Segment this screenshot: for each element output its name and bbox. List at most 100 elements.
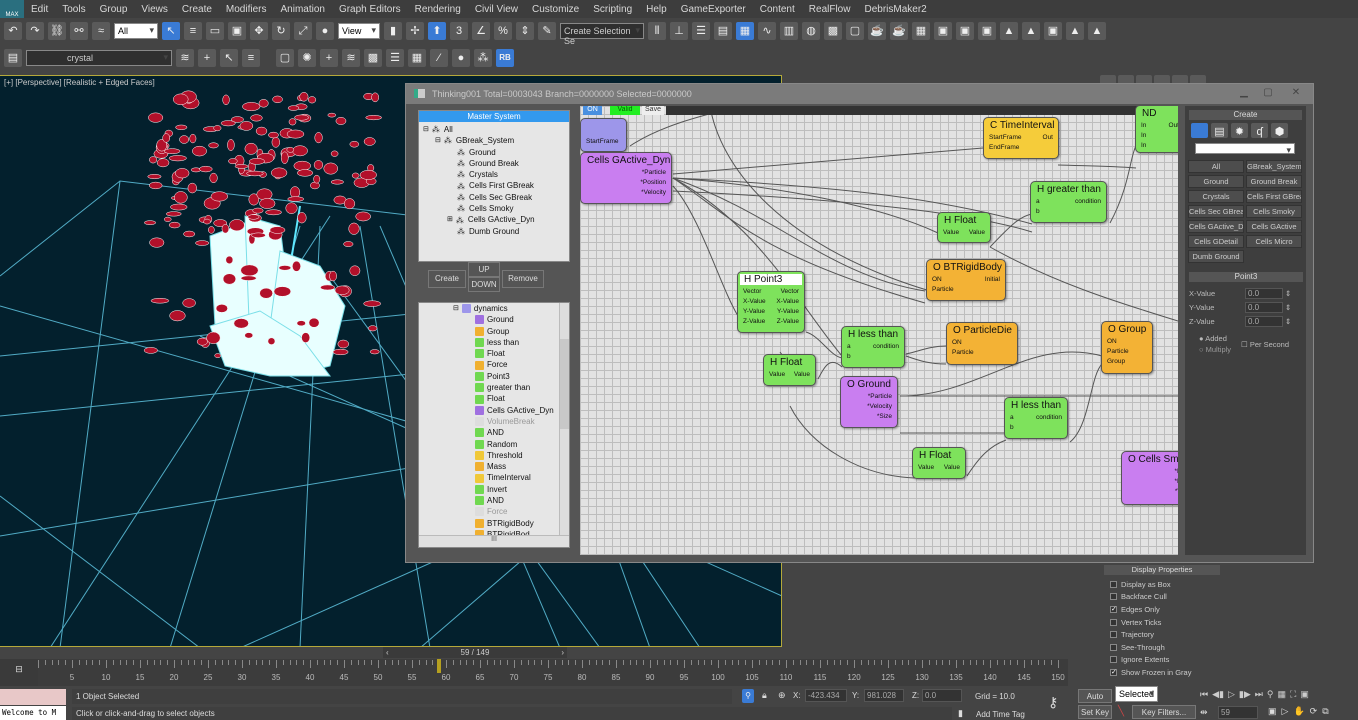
node-input-port[interactable]: b <box>847 352 851 362</box>
go-to-start-icon[interactable]: ⏮ <box>1200 689 1208 700</box>
group-button[interactable]: Dumb Ground <box>1188 250 1244 263</box>
display-property-checkbox[interactable]: Display as Box <box>1110 578 1214 591</box>
spinner-icon[interactable]: ⇕ <box>1285 303 1291 312</box>
dynamic-set-icon[interactable]: ▤ <box>1211 123 1228 138</box>
viewport-label[interactable]: [+] [Perspective] [Realistic + Edged Fac… <box>4 78 155 87</box>
node-input-port[interactable]: StartFrame <box>586 137 619 147</box>
checkbox-box[interactable] <box>1110 580 1117 588</box>
x-coordinate-field[interactable]: -423.434 <box>805 689 847 702</box>
y-coordinate-field[interactable]: 981.028 <box>864 689 904 702</box>
menu-views[interactable]: Views <box>134 4 175 15</box>
expand-toggle-icon[interactable]: ⊞ <box>447 214 453 225</box>
tree-item[interactable]: ⁂ Ground Break <box>423 158 565 169</box>
link-icon[interactable]: ⛓ <box>48 22 66 40</box>
undo-icon[interactable]: ↶ <box>4 22 22 40</box>
node-output-port[interactable]: Y-Value <box>777 307 799 317</box>
dynamics-item[interactable]: TimeInterval <box>419 472 569 483</box>
mirror-icon[interactable]: ⫴ <box>648 22 666 40</box>
current-frame-marker[interactable] <box>437 659 442 673</box>
down-button[interactable]: DOWN <box>468 277 500 292</box>
node-output-port[interactable]: X-Value <box>776 297 799 307</box>
node-input-port[interactable]: Vector <box>743 287 761 297</box>
fracture-icon[interactable]: ▢ <box>276 49 294 67</box>
molecule-icon[interactable]: ⁂ <box>474 49 492 67</box>
rotate-icon[interactable]: ↻ <box>272 22 290 40</box>
node-input-port[interactable]: In <box>1141 121 1146 131</box>
node-startframe[interactable]: StartFrame <box>580 118 627 152</box>
timeline-ruler[interactable]: 5 10 15 20 25 30 35 40 45 50 55 60 65 70 75 80 85 90 95 100… <box>38 659 1068 686</box>
dynamics-item[interactable]: less than <box>419 337 569 348</box>
horizontal-scrollbar[interactable]: III <box>419 535 569 547</box>
dynamics-item[interactable]: BTRigidBody <box>419 518 569 529</box>
display-property-checkbox[interactable]: See-Through <box>1110 641 1214 654</box>
app-logo[interactable]: MAX <box>0 0 24 18</box>
minimize-button[interactable]: ▁ <box>1234 87 1254 101</box>
dynamics-item[interactable]: AND <box>419 495 569 506</box>
node-output-port[interactable]: condition <box>873 342 899 352</box>
dynamics-item[interactable]: Force <box>419 359 569 370</box>
pin-icon[interactable]: ⁄ <box>430 49 448 67</box>
maxscript-mini-listener[interactable]: Welcome to M <box>0 706 66 720</box>
master-system-header[interactable]: Master System <box>419 111 569 122</box>
node-output-port[interactable]: *Particle <box>642 168 666 178</box>
menu-graph-editors[interactable]: Graph Editors <box>332 4 408 15</box>
node-greater[interactable]: H greater than a condition b <box>1030 181 1107 223</box>
dynamics-item[interactable]: VolumeBreak <box>419 416 569 427</box>
node-output-port[interactable]: *Po <box>1175 477 1178 487</box>
node-input-port[interactable]: b <box>1036 207 1040 217</box>
node-input-port[interactable]: In <box>1141 131 1146 141</box>
key-mode-dropdown[interactable]: Selected <box>1115 686 1159 702</box>
dynamics-item[interactable]: Group <box>419 326 569 337</box>
node-input-port[interactable]: Y-Value <box>743 307 765 317</box>
node-input-port[interactable]: ON <box>1107 337 1117 347</box>
scene-explorer-icon[interactable]: ▤ <box>714 22 732 40</box>
tree-item[interactable]: ⁂ Cells First GBreak <box>423 180 565 191</box>
time-tag-icon[interactable]: ▮ <box>958 708 963 719</box>
layer-manager-icon[interactable]: ☰ <box>692 22 710 40</box>
dynamics-item[interactable]: greater than <box>419 382 569 393</box>
create-layer-icon[interactable]: ≋ <box>176 49 194 67</box>
create-header[interactable]: Create <box>1189 110 1302 120</box>
curve-editor-icon[interactable]: ∿ <box>758 22 776 40</box>
node-output-port[interactable]: *Position <box>640 178 666 188</box>
plugin-icon-1[interactable]: ▣ <box>934 22 952 40</box>
node-cells-gactive[interactable]: Cells GActive_Dyn *Particle *Position *Velo… <box>580 152 672 204</box>
node-float2[interactable]: H Float Value Value <box>763 354 816 386</box>
display-property-checkbox[interactable]: Vertex Ticks <box>1110 616 1214 629</box>
keyboard-shortcut-icon[interactable]: ⬆ <box>428 22 446 40</box>
node-input-port[interactable]: X-Value <box>743 297 766 307</box>
plugin-icon-2[interactable]: ▣ <box>956 22 974 40</box>
menu-animation[interactable]: Animation <box>273 4 331 15</box>
rect-selection-icon[interactable]: ▭ <box>206 22 224 40</box>
current-frame-field[interactable]: 59 <box>1218 706 1258 719</box>
particle-group-icon[interactable] <box>1191 123 1208 138</box>
node-output-port[interactable]: Initial <box>985 275 1000 285</box>
menu-scripting[interactable]: Scripting <box>586 4 639 15</box>
menu-customize[interactable]: Customize <box>525 4 586 15</box>
dynamics-item[interactable]: Ground <box>419 314 569 325</box>
previous-frame-icon[interactable]: ◀▮ <box>1212 689 1224 700</box>
menu-debrismaker2[interactable]: DebrisMaker2 <box>857 4 933 15</box>
debris-icon[interactable]: ✺ <box>298 49 316 67</box>
save-button[interactable]: Save <box>642 106 664 115</box>
orbit-icon[interactable]: ⟳ <box>1310 706 1318 717</box>
select-object-icon[interactable]: ↖ <box>162 22 180 40</box>
close-button[interactable]: ✕ <box>1286 87 1306 101</box>
node-input-port[interactable]: a <box>1036 197 1040 207</box>
menu-modifiers[interactable]: Modifiers <box>219 4 274 15</box>
bind-spacewarp-icon[interactable]: ≈ <box>92 22 110 40</box>
on-toggle[interactable]: ON <box>583 106 602 115</box>
node-input-port[interactable]: Value <box>769 370 785 380</box>
group-button[interactable]: GBreak_System <box>1246 160 1302 173</box>
menu-gameexporter[interactable]: GameExporter <box>674 4 753 15</box>
node-output-port[interactable]: Z-Value <box>777 317 799 327</box>
node-input-port[interactable]: Value <box>943 228 959 238</box>
window-crossing-icon[interactable]: ▣ <box>228 22 246 40</box>
create-button[interactable]: Create <box>428 270 466 288</box>
plugin-icon-7[interactable]: ▲ <box>1066 22 1084 40</box>
dynamics-item[interactable]: AND <box>419 427 569 438</box>
vertical-scrollbar[interactable] <box>559 303 569 535</box>
node-input-port[interactable]: Particle <box>1107 347 1129 357</box>
stack-icon[interactable]: ≋ <box>342 49 360 67</box>
node-group[interactable]: O Group ON Particle Group <box>1101 321 1153 374</box>
